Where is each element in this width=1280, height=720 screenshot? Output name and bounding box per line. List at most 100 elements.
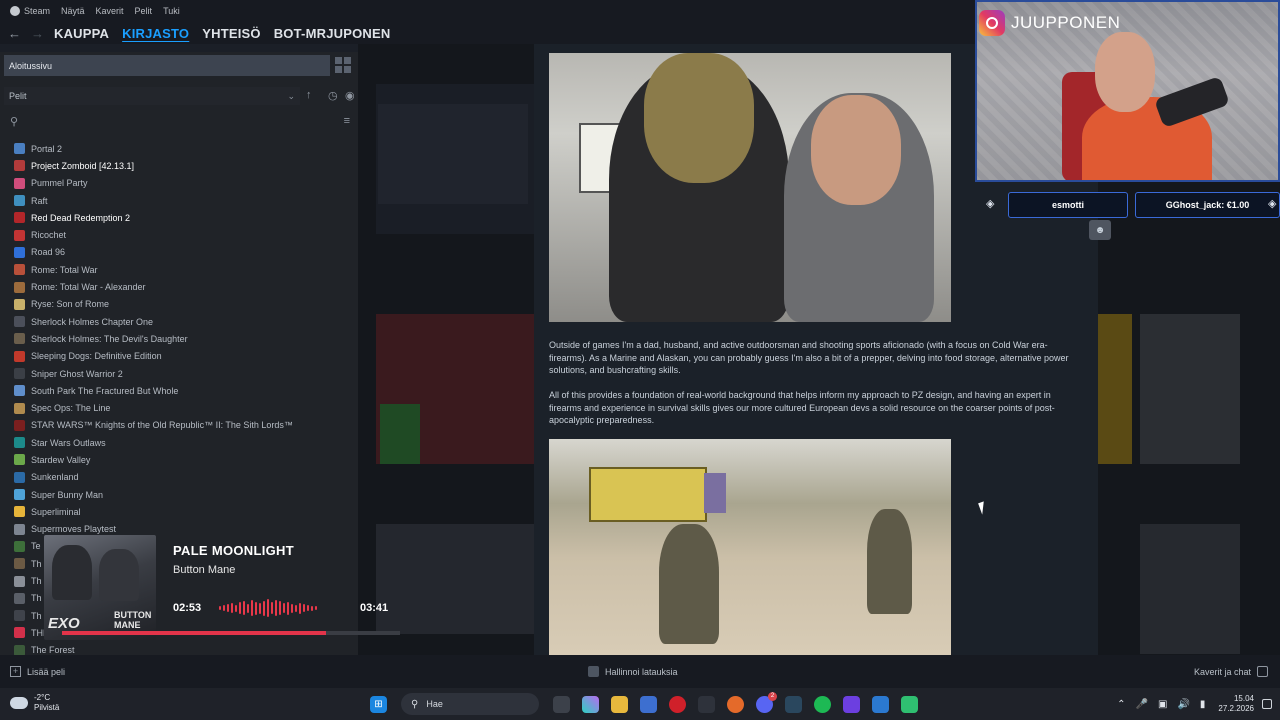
game-list-item[interactable]: Sleeping Dogs: Definitive Edition [14,348,354,365]
add-game-label: Lisää peli [27,666,66,677]
weather-widget[interactable]: -2°C Pilvistä [10,693,59,713]
waveform-bar [251,600,253,616]
menu-games[interactable]: Pelit [135,6,153,16]
discord-icon[interactable]: 2 [756,691,777,713]
grid-view-icon[interactable] [335,57,351,73]
game-list-item[interactable]: Raft [14,192,354,209]
game-list-item[interactable]: Rome: Total War - Alexander [14,278,354,295]
battery-icon[interactable]: ▮ [1200,699,1206,710]
notification-icon[interactable] [1262,699,1272,709]
game-list-item[interactable]: Sunkenland [14,469,354,486]
menu-steam[interactable]: Steam [24,6,50,16]
game-icon [14,506,25,518]
game-list-item[interactable]: STAR WARS™ Knights of the Old Republic™ … [14,417,354,434]
game-name: Red Dead Redemption 2 [31,212,131,223]
streaming-app-icon[interactable] [901,695,918,713]
game-list-item[interactable]: Sherlock Holmes: The Devil's Daughter [14,330,354,347]
friends-chat-button[interactable]: Kaverit ja chat [1194,666,1268,677]
nav-store[interactable]: KAUPPA [54,26,109,41]
weather-condition: Pilvistä [34,703,60,712]
nav-profile[interactable]: BOT-MRJUPONEN [274,26,391,41]
game-list-item[interactable]: Sherlock Holmes Chapter One [14,313,354,330]
waveform-bar [239,602,241,614]
back-arrow-icon[interactable]: ← [8,26,21,41]
game-name: Project Zomboid [42.13.1] [31,160,135,171]
track-progress-bar [62,631,400,635]
game-list-item[interactable]: Sniper Ghost Warrior 2 [14,365,354,382]
spotify-icon[interactable] [814,695,831,713]
game-list-item[interactable]: Super Bunny Man [14,486,354,503]
game-list-item[interactable]: Star Wars Outlaws [14,434,354,451]
advanced-filter-icon[interactable]: ≡ [344,115,350,127]
game-list-item[interactable]: Pummel Party [14,175,354,192]
library-search-input[interactable]: ⚲ ≡ [4,112,354,130]
collection-filter-dropdown[interactable]: Pelit ⌄ [4,87,300,105]
clock[interactable]: 15.04 27.2.2026 [1218,694,1254,714]
task-view-icon[interactable] [553,695,570,713]
copilot-icon[interactable] [582,695,599,713]
forward-arrow-icon[interactable]: → [31,26,44,41]
sort-up-icon[interactable]: ↑ [306,89,312,101]
network-icon[interactable]: ▣ [1158,699,1167,710]
menu-friends[interactable]: Kaverit [96,6,124,16]
game-name: Spec Ops: The Line [31,403,111,414]
waveform-bar [227,604,229,612]
game-app-icon[interactable] [727,695,744,713]
game-icon [14,333,25,345]
ms-store-icon[interactable] [640,695,657,713]
friends-label: Kaverit ja chat [1193,666,1251,677]
game-list-item[interactable]: Road 96 [14,244,354,261]
game-icon [14,212,25,224]
chevron-up-icon[interactable]: ⌃ [1117,699,1125,710]
game-list-item[interactable]: Red Dead Redemption 2 [14,209,354,226]
play-filter-icon[interactable]: ◉ [345,89,355,102]
home-button[interactable]: Aloitussivu [4,55,330,76]
menu-view[interactable]: Näytä [61,6,85,16]
volume-icon[interactable]: 🔊 [1177,699,1189,710]
game-list-item[interactable]: South Park The Fractured But Whole [14,382,354,399]
article-photo-1 [549,53,951,322]
diamond-icon: ◈ [986,198,995,210]
game-name: Portal 2 [31,143,63,154]
game-list-item[interactable]: Stardew Valley [14,451,354,468]
menu-help[interactable]: Tuki [163,6,180,16]
game-icon [14,246,25,258]
game-list-item[interactable]: Superliminal [14,503,354,520]
manage-downloads-button[interactable]: Hallinnoi latauksia [588,666,678,677]
game-icon [14,523,25,535]
donor-avatar: ☻ [1089,220,1111,240]
game-list-item[interactable]: Portal 2 [14,140,354,157]
microphone-icon[interactable]: 🎤 [1136,699,1148,710]
track-title: PALE MOONLIGHT [173,543,294,558]
add-game-button[interactable]: + Lisää peli [10,666,65,677]
waveform-bar [267,599,269,617]
app-icon[interactable] [872,695,889,713]
app-icon[interactable] [698,695,715,713]
steam-icon[interactable] [785,695,802,713]
notification-badge: 2 [768,691,777,701]
game-list-item[interactable]: Ricochet [14,226,354,243]
game-name: Rome: Total War - Alexander [31,282,146,293]
app-grid-icon[interactable] [843,695,860,713]
waveform-bar [255,601,257,615]
game-list-item[interactable]: Rome: Total War [14,261,354,278]
opera-gx-icon[interactable] [669,695,686,713]
game-list-item[interactable]: Spec Ops: The Line [14,399,354,416]
nav-community[interactable]: YHTEISÖ [202,26,260,41]
game-icon [14,177,25,189]
game-list-item[interactable]: Project Zomboid [42.13.1] [14,157,354,174]
diamond-icon: ◈ [1268,198,1277,210]
game-list-item[interactable]: Ryse: Son of Rome [14,296,354,313]
plus-icon: + [10,666,21,677]
taskbar-search-input[interactable]: ⚲ Hae [401,693,539,715]
article-paragraph-1: Outside of games I'm a dad, husband, and… [549,340,1069,376]
game-list-item[interactable]: The Forest [14,642,354,655]
track-artist: Button Mane [173,564,236,576]
recent-clock-icon[interactable]: ◷ [328,89,338,102]
cloud-icon [10,697,28,709]
nav-library[interactable]: KIRJASTO [122,26,189,41]
file-explorer-icon[interactable] [611,695,628,713]
chat-icon [1257,666,1268,677]
windows-start-icon[interactable]: ⊞ [370,695,387,713]
waveform-bar [235,604,237,612]
